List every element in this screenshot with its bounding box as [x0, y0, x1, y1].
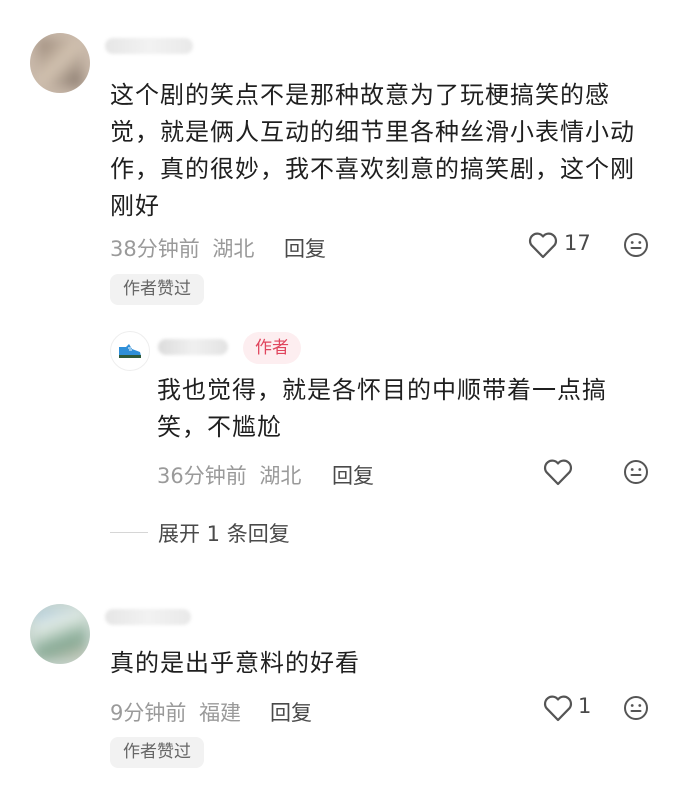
expand-replies-button[interactable]: 展开 1 条回复	[158, 518, 290, 548]
reply-like-button[interactable]	[543, 458, 573, 486]
comment-location: 福建	[199, 701, 242, 725]
reply-avatar[interactable]	[110, 331, 150, 371]
sneaker-icon	[117, 342, 143, 364]
emoji-neutral-icon	[623, 232, 649, 258]
like-button[interactable]	[543, 694, 573, 722]
reply-button[interactable]: 回复	[284, 233, 326, 263]
emoji-neutral-icon	[623, 695, 649, 721]
emoji-button[interactable]	[623, 695, 649, 721]
comment-text: 真的是出乎意料的好看	[110, 649, 360, 677]
reply-name[interactable]	[158, 339, 228, 355]
reply-reply-button[interactable]: 回复	[332, 460, 374, 490]
reply-emoji-button[interactable]	[623, 459, 649, 485]
avatar[interactable]	[30, 33, 90, 93]
emoji-neutral-icon	[623, 459, 649, 485]
like-button[interactable]	[528, 231, 558, 259]
comment-meta: 9分钟前 福建	[110, 697, 241, 727]
expand-divider	[110, 532, 148, 533]
avatar[interactable]	[30, 604, 90, 664]
heart-outline-icon	[543, 694, 573, 722]
comment-time: 9分钟前	[110, 701, 187, 725]
reply-button[interactable]: 回复	[270, 697, 312, 727]
emoji-button[interactable]	[623, 232, 649, 258]
author-liked-tag: 作者赞过	[110, 737, 204, 768]
commenter-name[interactable]	[105, 38, 193, 54]
comment-location: 湖北	[212, 237, 255, 261]
author-liked-tag: 作者赞过	[110, 274, 204, 305]
reply-time: 36分钟前	[157, 464, 247, 488]
reply-text: 我也觉得，就是各怀目的中顺带着一点搞笑，不尴尬	[157, 376, 607, 441]
like-count: 1	[578, 694, 592, 718]
reply-location: 湖北	[259, 464, 302, 488]
like-count: 17	[564, 231, 591, 255]
heart-outline-icon	[543, 458, 573, 486]
commenter-name[interactable]	[105, 609, 191, 625]
author-badge: 作者	[243, 332, 301, 364]
reply-meta: 36分钟前 湖北	[157, 460, 301, 490]
comment-text: 这个剧的笑点不是那种故意为了玩梗搞笑的感觉，就是俩人互动的细节里各种丝滑小表情小…	[110, 81, 635, 220]
heart-outline-icon	[528, 231, 558, 259]
comment-time: 38分钟前	[110, 237, 200, 261]
comment-meta: 38分钟前 湖北	[110, 233, 254, 263]
